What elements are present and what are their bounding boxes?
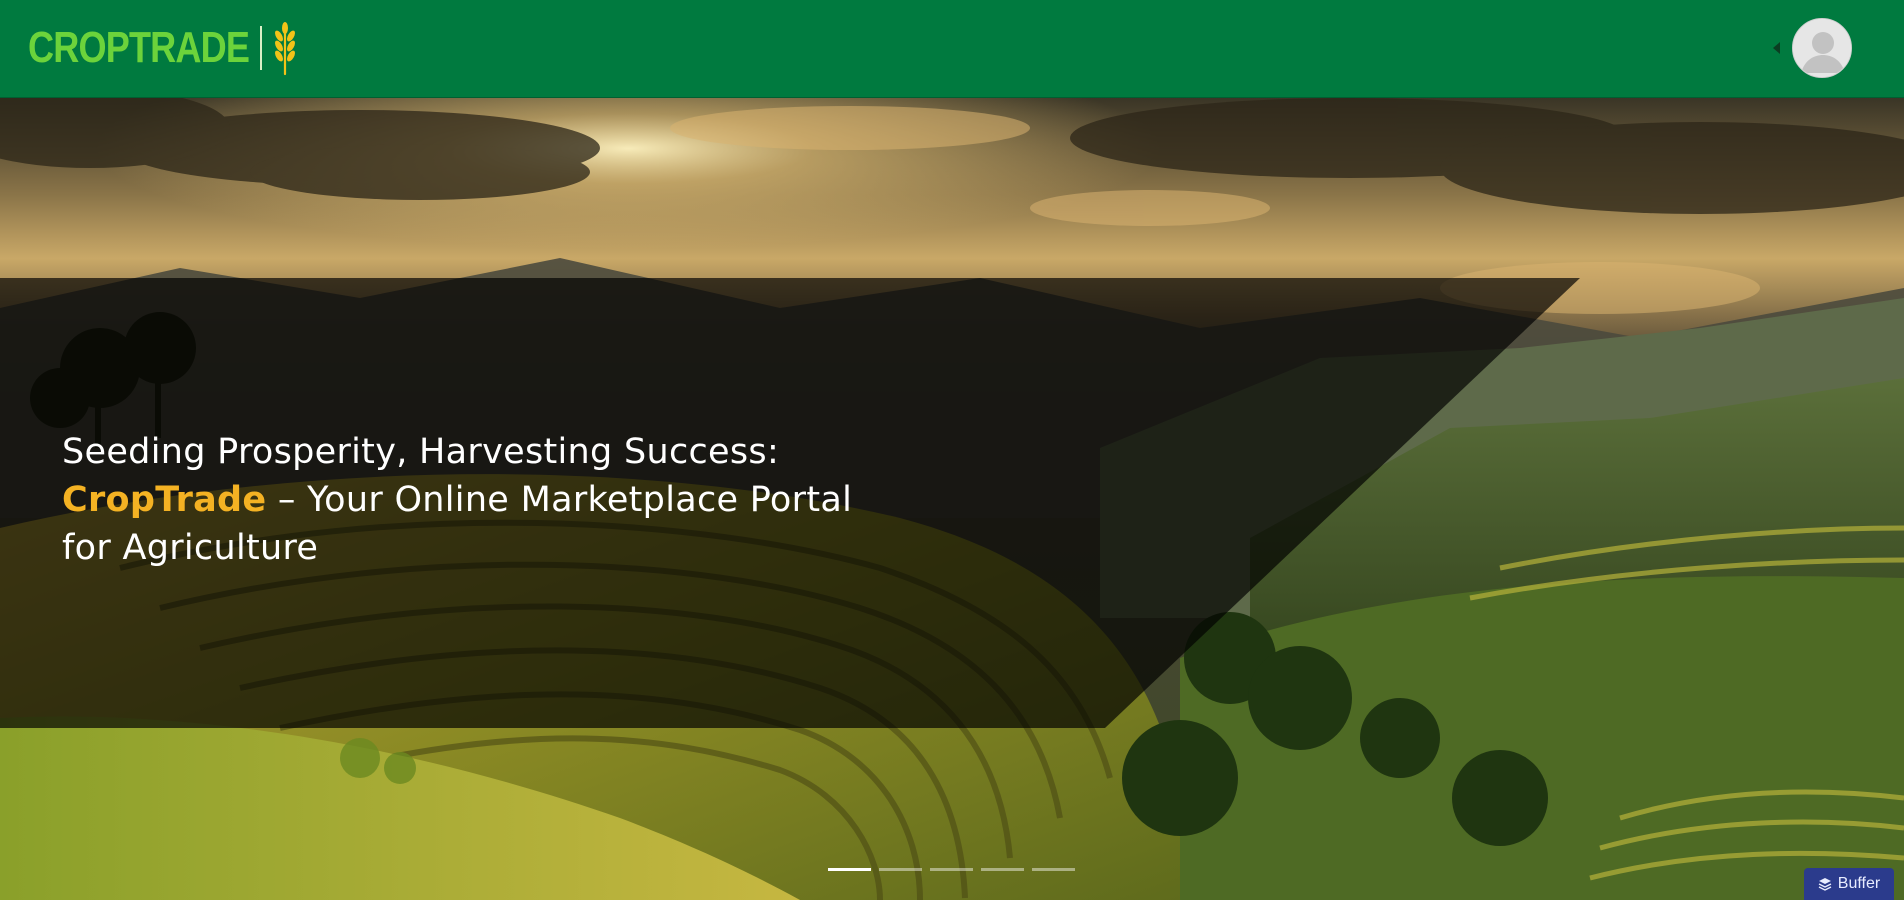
carousel-indicator-5[interactable] [1032, 868, 1075, 871]
top-navbar: CROPTRADE [0, 0, 1904, 98]
headline-line-3: for Agriculture [62, 528, 319, 568]
carousel-indicator-4[interactable] [981, 868, 1024, 871]
buffer-label: Buffer [1837, 875, 1881, 892]
user-avatar-icon[interactable] [1792, 18, 1852, 78]
buffer-stack-icon [1818, 878, 1832, 891]
wheat-icon [275, 22, 295, 76]
headline-line-1: Seeding Prosperity, Harvesting Success: [62, 432, 780, 472]
headline-line-2: CropTrade – Your Online Marketplace Port… [62, 476, 962, 524]
page: CROPTRADE Seeding Prosperity, Harvesting… [0, 0, 1904, 900]
avatar-silhouette [1793, 19, 1851, 77]
carousel-indicator-1[interactable] [828, 868, 871, 871]
hero-headline: Seeding Prosperity, Harvesting Success: … [62, 428, 962, 572]
buffer-button[interactable]: Buffer [1804, 868, 1894, 900]
logo-divider [260, 26, 262, 70]
carousel-indicators [828, 868, 1075, 871]
caret-left-icon[interactable] [1773, 42, 1780, 54]
hero-slider: Seeding Prosperity, Harvesting Success: … [0, 98, 1904, 900]
croptrade-logo[interactable]: CROPTRADE [28, 20, 298, 76]
brand-name: CropTrade [62, 480, 267, 520]
carousel-indicator-2[interactable] [879, 868, 922, 871]
logo-text: CROPTRADE [28, 23, 250, 72]
headline-line-2-text: – Your Online Marketplace Portal [266, 480, 853, 520]
carousel-indicator-3[interactable] [930, 868, 973, 871]
